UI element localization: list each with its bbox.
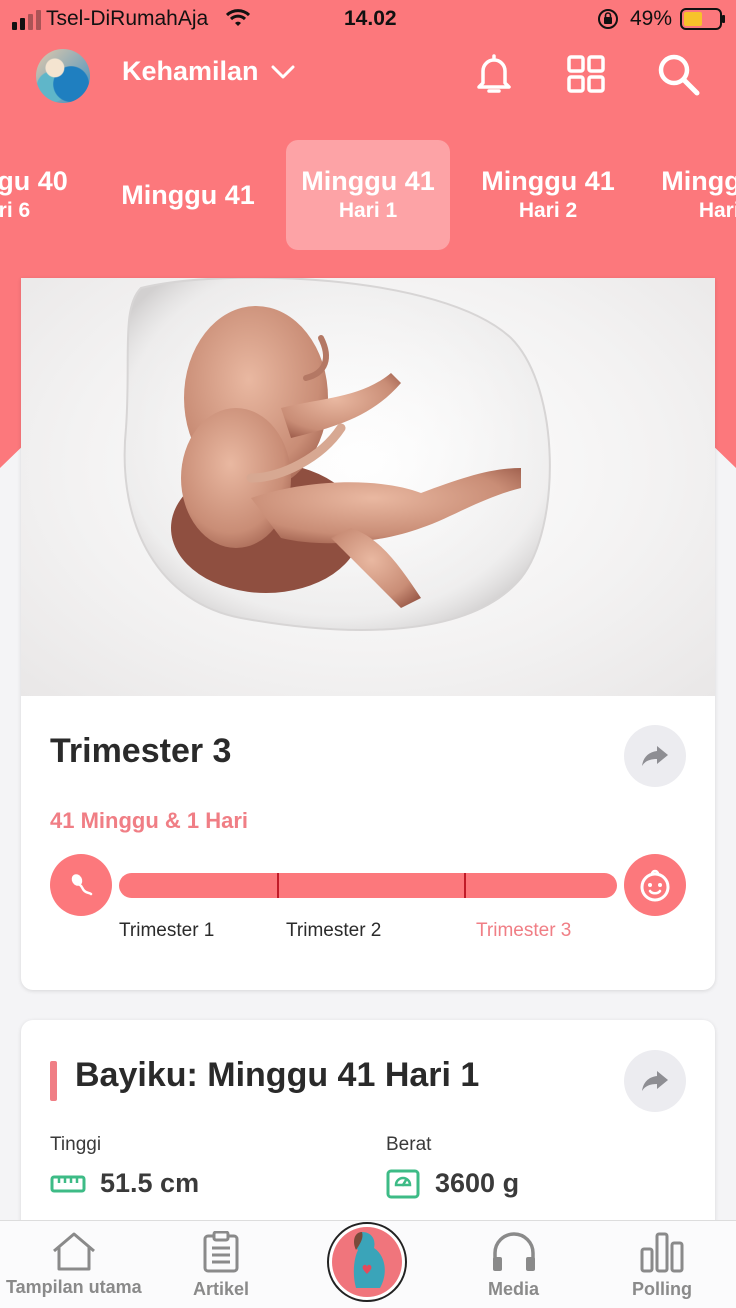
mode-selector[interactable]: Kehamilan [122,56,295,87]
conception-badge [50,854,112,916]
battery-icon [680,8,725,30]
height-label: Tinggi [50,1134,102,1155]
ruler-icon [50,1175,86,1193]
baby-face-icon [640,869,670,902]
trimester-1-label: Trimester 1 [119,920,215,941]
week-tabs[interactable]: Minggu 40 Hari 6 Minggu 41 Minggu 41 Har… [0,140,736,252]
trimester-3-label: Trimester 3 [476,920,572,941]
baby-card: Bayiku: Minggu 41 Hari 1 Tinggi 51.5 cm … [21,1020,715,1250]
wifi-icon [226,9,250,26]
pregnant-mother-icon-bg [332,1227,402,1297]
share-arrow-icon [642,746,668,766]
signal-icon [12,10,41,30]
avatar[interactable] [36,49,90,103]
nav-articles-label: Artikel [193,1279,250,1299]
trimester-card: Trimester 3 41 Minggu & 1 Hari Trimester… [21,278,715,990]
fetus-image [123,278,551,631]
weight-value: 3600 g [435,1168,520,1198]
notifications-button[interactable] [470,50,518,98]
trimester-title: Trimester 3 [50,732,232,770]
rotation-lock-icon [598,9,618,29]
bar-chart-icon [640,1232,684,1273]
home-icon [52,1232,95,1271]
tab-week-41-day-3[interactable]: Minggu 41 Hari 3 [646,140,736,250]
pregnant-mother-icon [353,1232,385,1288]
carrier-name: Tsel-DiRumahAja [46,7,209,30]
tab-week-41-day-1[interactable]: Minggu 41 Hari 1 [286,140,450,250]
pregnancy-age: 41 Minggu & 1 Hari [50,808,249,833]
trimester-progress-bar [119,873,617,898]
nav-home[interactable]: Tampilan utama [6,1231,142,1298]
tab-week-41-day-2[interactable]: Minggu 41 Hari 2 [466,140,630,250]
trimester-2-label: Trimester 2 [286,920,382,941]
share-button[interactable] [624,725,686,787]
mode-label: Kehamilan [122,56,259,86]
nav-polling[interactable]: Polling [632,1231,692,1300]
nav-polling-label: Polling [632,1279,692,1299]
sperm-icon [71,874,93,896]
tab-sublabel: Hari 6 [0,199,31,222]
fetus-illustration [21,278,715,696]
share-button[interactable] [624,1050,686,1112]
pregnancy-home-button[interactable] [327,1222,407,1302]
menu-grid-button[interactable] [562,50,610,98]
trimester-divider [464,873,466,898]
weight-label: Berat [386,1134,432,1155]
baby-card-title: Bayiku: Minggu 41 Hari 1 [75,1056,480,1094]
tab-sublabel: Hari 2 [518,199,578,222]
search-icon [658,54,700,96]
tab-sublabel: Hari 1 [338,199,398,222]
bell-icon [477,54,511,93]
article-clipboard-icon [203,1231,239,1273]
headphones-icon [492,1232,535,1271]
nav-articles[interactable]: Artikel [193,1231,249,1300]
status-time: 14.02 [344,7,397,30]
tab-label: Minggu 41 [121,180,255,210]
nav-home-label: Tampilan utama [6,1277,142,1297]
share-arrow-icon [642,1071,668,1091]
chevron-down-icon [271,65,295,78]
battery-percent: 49% [630,7,673,30]
tab-week-40-day-6[interactable]: Minggu 40 Hari 6 [0,140,86,250]
scale-icon [386,1169,420,1199]
tab-label: Minggu 41 [481,166,615,196]
tab-label: Minggu 41 [301,166,435,196]
grid-icon [567,55,605,93]
tab-label: Minggu 41 [661,166,736,196]
search-button[interactable] [654,50,702,98]
section-marker [50,1061,57,1101]
birth-badge [624,854,686,916]
nav-media[interactable]: Media [488,1231,539,1300]
height-value: 51.5 cm [100,1168,200,1198]
trimester-divider [277,873,279,898]
tab-sublabel: Hari 3 [698,199,736,222]
nav-media-label: Media [488,1279,540,1299]
tab-label: Minggu 40 [0,166,68,196]
tab-week-41[interactable]: Minggu 41 [108,140,268,250]
